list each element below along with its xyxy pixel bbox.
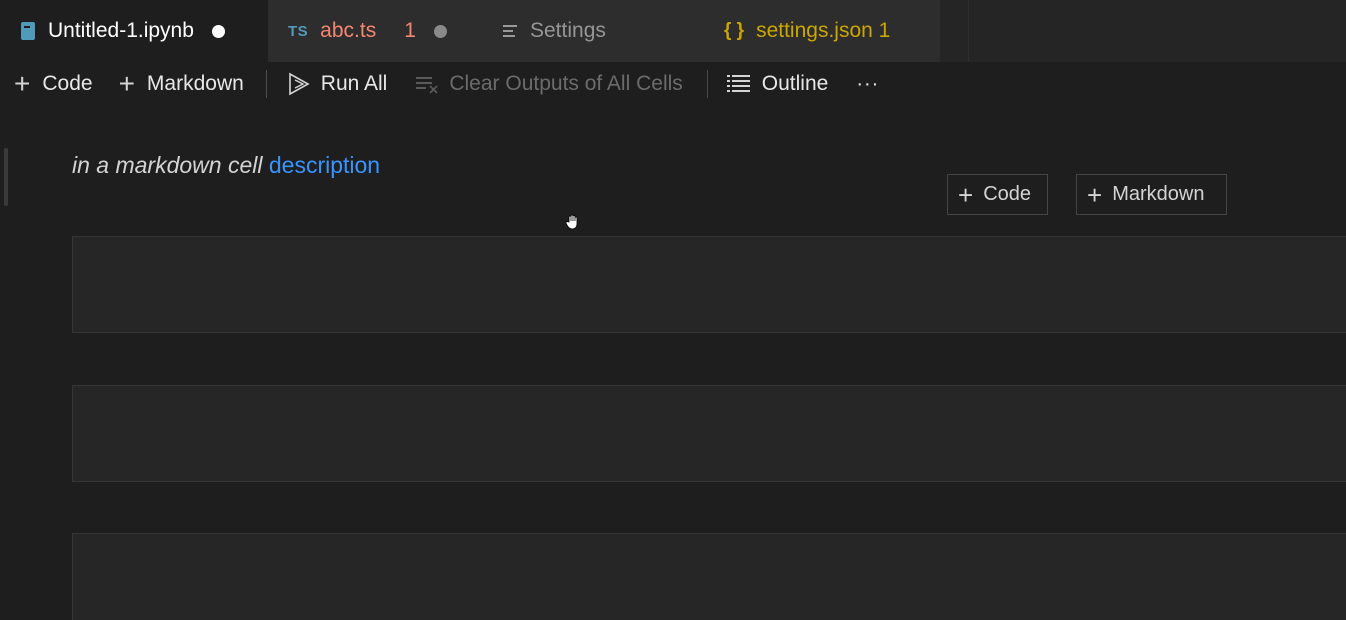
tab-abc-ts[interactable]: TS abc.ts 1 <box>268 0 476 62</box>
plus-icon: + <box>118 68 135 99</box>
problems-count: 1 <box>404 19 416 42</box>
run-all-icon <box>287 72 311 96</box>
markdown-italic-text: in a markdown cell <box>72 152 263 178</box>
json-braces-icon: { } <box>724 20 745 41</box>
markdown-link[interactable]: description <box>269 152 380 178</box>
more-actions-ellipsis-icon[interactable]: ··· <box>856 62 879 106</box>
add-code-label: Code <box>42 72 93 95</box>
typescript-icon: TS <box>288 22 309 40</box>
run-all-button[interactable]: Run All <box>287 62 388 106</box>
add-code-cell-button[interactable]: + Code <box>14 62 93 106</box>
markdown-cell-rendered[interactable]: in a markdown cell description <box>72 152 380 179</box>
run-all-label: Run All <box>320 72 388 95</box>
modified-dot-icon[interactable] <box>211 24 225 38</box>
modified-dot-icon[interactable] <box>433 24 447 38</box>
tab-label: settings.json 1 <box>756 19 891 42</box>
notebook-toolbar: + Code + Markdown Run All Clear Outputs … <box>0 62 1346 106</box>
outline-label: Outline <box>761 72 829 95</box>
tab-settings-json[interactable]: { } settings.json 1 <box>686 0 940 62</box>
toolbar-divider <box>706 70 708 98</box>
list-outline-icon <box>726 73 752 95</box>
notebook-icon <box>20 21 36 41</box>
tab-label: Settings <box>530 19 606 42</box>
toolbar-divider <box>265 70 267 98</box>
tab-untitled-notebook[interactable]: Untitled-1.ipynb <box>0 0 268 62</box>
tab-bar-empty-space <box>940 0 1346 62</box>
clear-outputs-label: Clear Outputs of All Cells <box>449 72 683 95</box>
clear-outputs-button[interactable]: Clear Outputs of All Cells <box>415 62 683 106</box>
add-markdown-label: Markdown <box>146 72 244 95</box>
editor-tab-bar: Untitled-1.ipynb TS abc.ts 1 Settings { … <box>0 0 1346 62</box>
add-markdown-cell-button[interactable]: + Markdown <box>119 62 244 106</box>
tab-label: abc.ts <box>320 19 377 42</box>
empty-code-cell[interactable] <box>72 236 1346 333</box>
empty-code-cell[interactable] <box>72 385 1346 482</box>
hand-cursor-icon <box>564 213 582 236</box>
cell-focus-indicator[interactable] <box>4 148 8 206</box>
empty-code-cell[interactable] <box>72 533 1346 620</box>
plus-icon: + <box>14 68 31 99</box>
insert-code-label: Code <box>983 183 1031 205</box>
tab-divider <box>968 0 969 62</box>
outline-button[interactable]: Outline <box>726 62 829 106</box>
insert-code-cell-button[interactable]: + Code <box>947 174 1048 215</box>
plus-icon: + <box>1087 179 1103 210</box>
tab-label: Untitled-1.ipynb <box>48 19 194 42</box>
settings-file-icon <box>502 23 518 39</box>
insert-markdown-cell-button[interactable]: + Markdown <box>1076 174 1227 215</box>
tab-settings[interactable]: Settings <box>476 0 686 62</box>
insert-markdown-label: Markdown <box>1112 183 1205 205</box>
plus-icon: + <box>958 179 974 210</box>
clear-all-icon <box>415 74 439 94</box>
